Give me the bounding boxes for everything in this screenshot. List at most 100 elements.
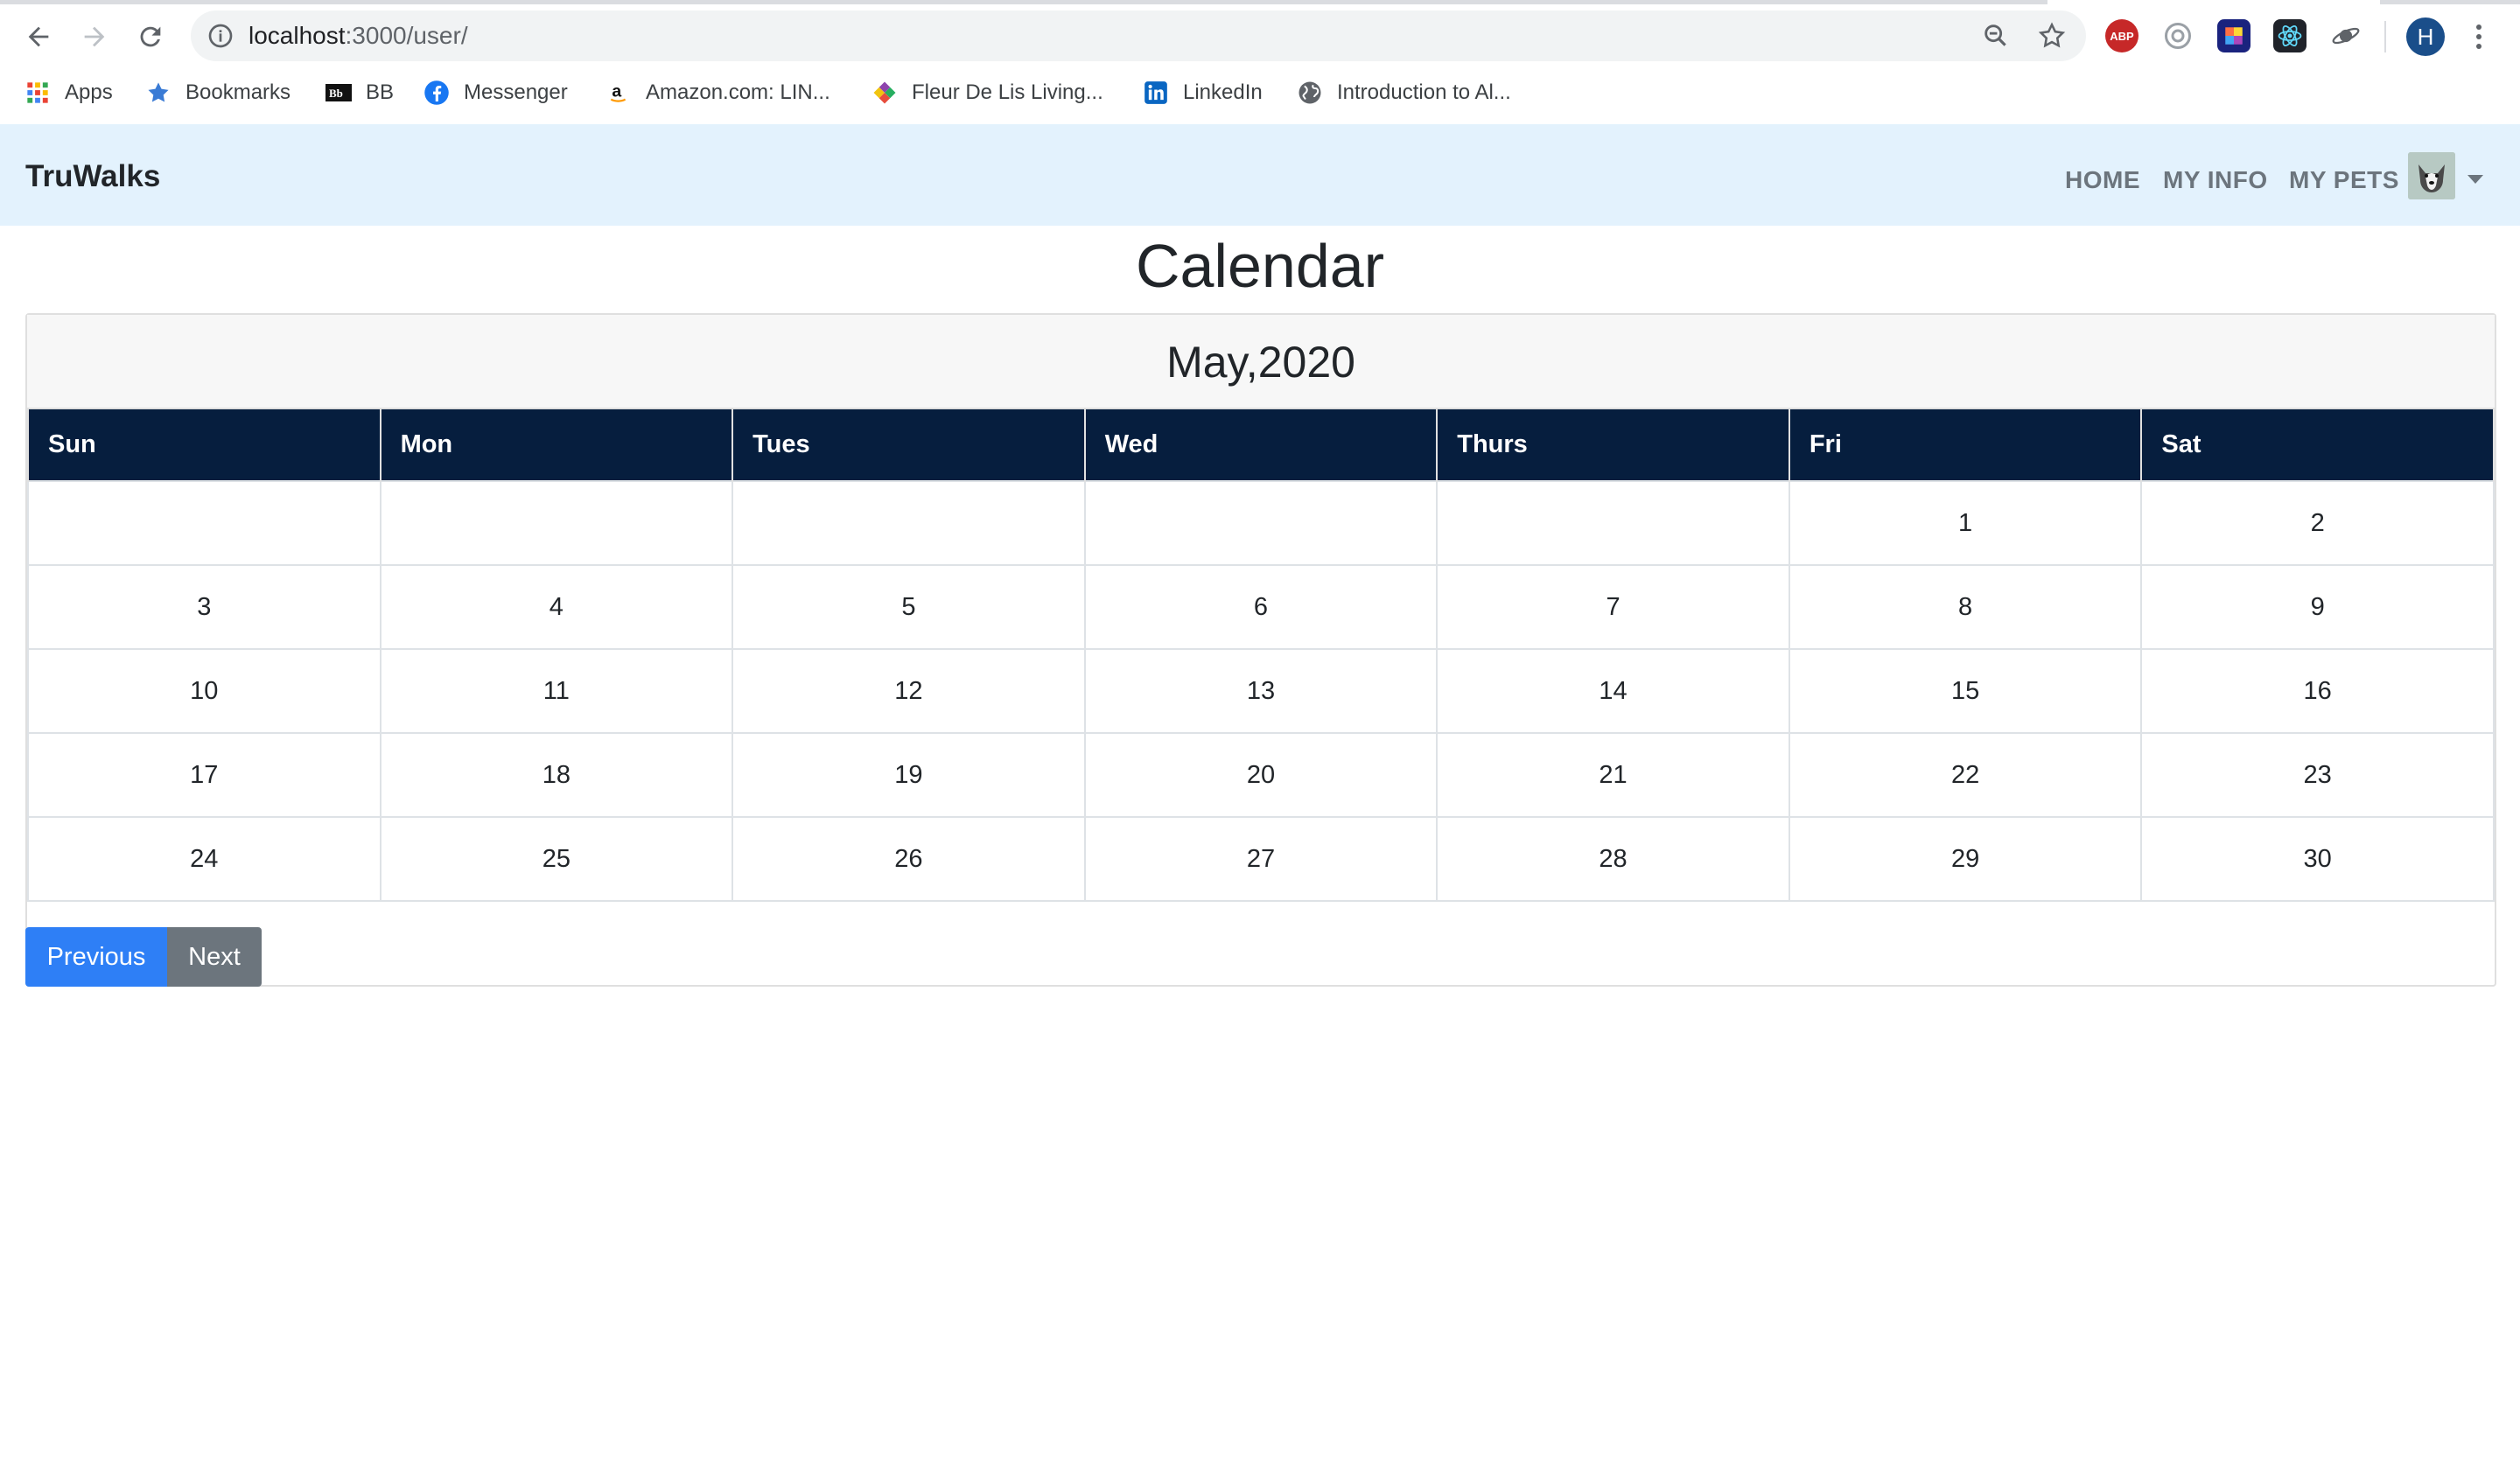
day-cell[interactable]: 23 <box>2140 732 2495 818</box>
saturn-icon[interactable] <box>2329 19 2362 52</box>
day-cell[interactable]: 16 <box>2140 648 2495 734</box>
next-month-button[interactable]: Next <box>167 927 262 987</box>
calendar-week-row: 1 2 <box>27 480 2495 566</box>
day-cell[interactable]: 7 <box>1436 564 1790 650</box>
dog-avatar-icon <box>2408 152 2455 199</box>
weekday-thu: Thurs <box>1436 409 1790 481</box>
day-cell[interactable] <box>1083 480 1438 566</box>
user-menu-caret-icon[interactable] <box>2468 175 2483 184</box>
weekday-tue: Tues <box>732 409 1086 481</box>
day-cell[interactable]: 25 <box>379 816 734 902</box>
linkedin-icon <box>1143 80 1169 106</box>
day-cell[interactable] <box>27 480 382 566</box>
calendar-week-row: 3 4 5 6 7 8 9 <box>27 564 2495 650</box>
toolbar-separator <box>2384 21 2386 52</box>
day-cell[interactable]: 13 <box>1083 648 1438 734</box>
day-cell[interactable]: 24 <box>27 816 382 902</box>
svg-text:Bb: Bb <box>329 87 343 100</box>
tab-strip-edge <box>0 0 2048 4</box>
url-path: :3000/user/ <box>345 22 468 49</box>
nav-home[interactable]: HOME <box>2065 166 2140 194</box>
browser-menu-icon[interactable] <box>2473 19 2485 54</box>
bookmark-label: BB <box>366 80 395 104</box>
bookmark-bb[interactable]: Bb BB <box>326 77 394 108</box>
previous-month-button[interactable]: Previous <box>25 927 167 987</box>
bookmark-star-icon[interactable] <box>2037 21 2067 51</box>
bookmarks-bar: Apps Bookmarks Bb BB Messenger a Amazon.… <box>0 70 2520 114</box>
brand-logo[interactable]: TruWalks <box>25 159 160 194</box>
bookmark-apps[interactable]: Apps <box>24 77 113 108</box>
info-icon <box>208 24 233 48</box>
pet-avatar[interactable] <box>2408 152 2455 199</box>
arrow-right-icon <box>84 26 105 47</box>
day-cell[interactable]: 28 <box>1436 816 1790 902</box>
bookmark-fleur[interactable]: Fleur De Lis Living... <box>872 77 1103 108</box>
day-cell[interactable]: 29 <box>1788 816 2143 902</box>
circle-ext-icon[interactable] <box>2161 19 2194 52</box>
bookmark-amazon[interactable]: a Amazon.com: LIN... <box>606 77 830 108</box>
reload-icon <box>140 26 161 47</box>
day-cell[interactable]: 5 <box>732 564 1086 650</box>
zoom-icon[interactable] <box>1981 21 2011 51</box>
svg-text:a: a <box>612 81 621 101</box>
month-label: May,2020 <box>27 315 2495 409</box>
arrow-left-icon <box>28 26 49 47</box>
day-cell[interactable]: 17 <box>27 732 382 818</box>
weekday-sat: Sat <box>2140 409 2495 481</box>
day-cell[interactable]: 19 <box>732 732 1086 818</box>
bookmark-bookmarks[interactable]: Bookmarks <box>145 77 290 108</box>
day-cell[interactable] <box>732 480 1086 566</box>
day-cell[interactable]: 9 <box>2140 564 2495 650</box>
url-text[interactable]: localhost:3000/user/ <box>248 22 468 50</box>
facebook-icon <box>424 80 450 106</box>
reload-button[interactable] <box>130 16 172 58</box>
day-cell[interactable]: 4 <box>379 564 734 650</box>
day-cell[interactable]: 27 <box>1083 816 1438 902</box>
calendar-table: Sun Mon Tues Wed Thurs Fri Sat 1 2 3 4 5… <box>27 409 2495 902</box>
bookmark-label: Introduction to Al... <box>1337 80 1511 104</box>
day-cell[interactable]: 26 <box>732 816 1086 902</box>
calendar-week-row: 10 11 12 13 14 15 16 <box>27 648 2495 734</box>
address-bar[interactable]: localhost:3000/user/ <box>191 10 2086 61</box>
day-cell[interactable]: 1 <box>1788 480 2143 566</box>
day-cell[interactable]: 3 <box>27 564 382 650</box>
weekday-sun: Sun <box>27 409 382 481</box>
adblock-icon[interactable]: ABP <box>2105 19 2138 52</box>
amazon-icon: a <box>606 80 632 106</box>
bookmark-label: Amazon.com: LIN... <box>646 80 830 104</box>
profile-avatar[interactable]: H <box>2406 17 2445 56</box>
bookmark-messenger[interactable]: Messenger <box>424 77 568 108</box>
day-cell[interactable]: 20 <box>1083 732 1438 818</box>
calendar-week-row: 17 18 19 20 21 22 23 <box>27 732 2495 818</box>
app-navbar: TruWalks HOME MY INFO MY PETS <box>0 124 2520 226</box>
day-cell[interactable]: 30 <box>2140 816 2495 902</box>
day-cell[interactable]: 8 <box>1788 564 2143 650</box>
url-host: localhost <box>248 22 346 49</box>
calendar-week-row: 24 25 26 27 28 29 30 <box>27 816 2495 902</box>
apps-grid-icon <box>24 80 51 106</box>
day-cell[interactable]: 14 <box>1436 648 1790 734</box>
day-cell[interactable]: 18 <box>379 732 734 818</box>
bookmark-introduction[interactable]: Introduction to Al... <box>1297 77 1511 108</box>
day-cell[interactable]: 10 <box>27 648 382 734</box>
day-cell[interactable]: 2 <box>2140 480 2495 566</box>
nav-my-info[interactable]: MY INFO <box>2163 166 2268 194</box>
day-cell[interactable] <box>379 480 734 566</box>
day-cell[interactable]: 15 <box>1788 648 2143 734</box>
day-cell[interactable]: 12 <box>732 648 1086 734</box>
react-icon[interactable] <box>2273 19 2306 52</box>
bookmark-label: LinkedIn <box>1183 80 1263 104</box>
weekday-header-row: Sun Mon Tues Wed Thurs Fri Sat <box>27 409 2495 481</box>
day-cell[interactable]: 21 <box>1436 732 1790 818</box>
day-cell[interactable] <box>1436 480 1790 566</box>
back-button[interactable] <box>18 16 60 58</box>
day-cell[interactable]: 6 <box>1083 564 1438 650</box>
weekday-wed: Wed <box>1083 409 1438 481</box>
color-ext-icon[interactable] <box>2217 19 2250 52</box>
nav-my-pets[interactable]: MY PETS <box>2289 166 2399 194</box>
day-cell[interactable]: 22 <box>1788 732 2143 818</box>
bookmark-label: Messenger <box>464 80 568 104</box>
bookmark-linkedin[interactable]: LinkedIn <box>1143 77 1263 108</box>
forward-button[interactable] <box>74 16 116 58</box>
day-cell[interactable]: 11 <box>379 648 734 734</box>
